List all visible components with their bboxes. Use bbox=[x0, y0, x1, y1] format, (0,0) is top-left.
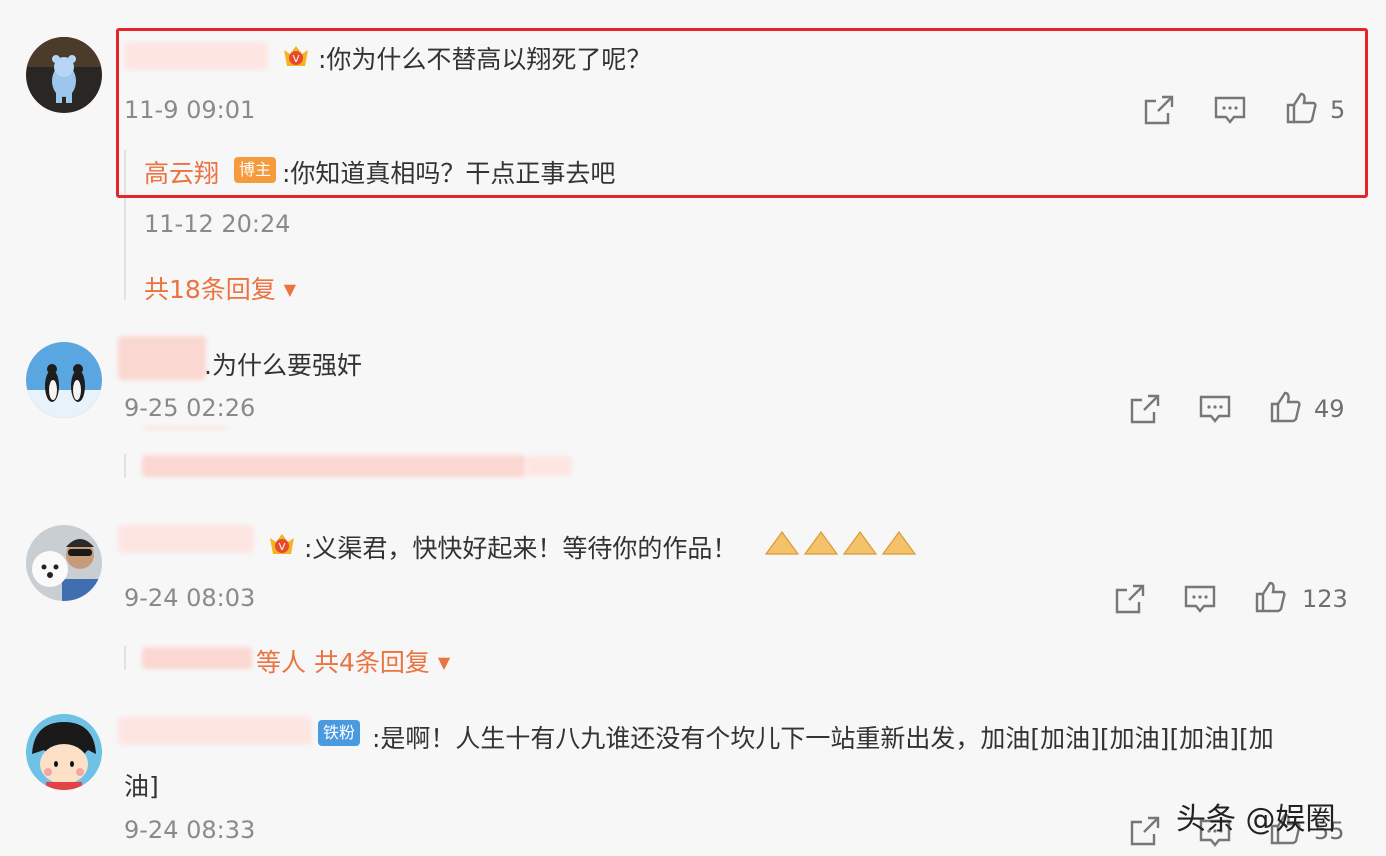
comment-text: .为什么要强奸 bbox=[204, 351, 362, 380]
reply-thread-line bbox=[124, 646, 126, 670]
like-count: 49 bbox=[1314, 395, 1345, 423]
reply-preview-redacted-tail bbox=[526, 456, 572, 476]
username-redacted[interactable] bbox=[118, 717, 312, 745]
clap-emoji-group bbox=[764, 526, 920, 560]
comment-text-line1: :是啊！人生十有八九谁还没有个坎儿下一站重新出发，加油[加油][加油][加油][… bbox=[372, 724, 1274, 753]
comment-icon[interactable] bbox=[1183, 582, 1217, 616]
like-icon[interactable] bbox=[1253, 580, 1287, 614]
more-replies-link[interactable]: 共18条回复 ▼ bbox=[144, 270, 296, 306]
reply-preview-redacted[interactable] bbox=[142, 455, 526, 477]
comment-icon[interactable] bbox=[1198, 392, 1232, 426]
reply-time: 11-12 20:24 bbox=[144, 210, 291, 238]
comment-time: 9-24 08:33 bbox=[124, 816, 256, 844]
highlight-box bbox=[116, 28, 1368, 198]
chevron-down-icon: ▼ bbox=[437, 653, 451, 672]
like-icon[interactable] bbox=[1268, 390, 1302, 424]
share-icon[interactable] bbox=[1113, 582, 1147, 616]
comment-time: 9-25 02:26 bbox=[124, 394, 256, 422]
username-redacted[interactable] bbox=[118, 525, 254, 553]
reply-thread-line bbox=[124, 454, 126, 478]
comment-text-line2: 油] bbox=[124, 772, 159, 801]
more-replies-link[interactable]: 等人 共4条回复 ▼ bbox=[256, 643, 450, 679]
avatar[interactable] bbox=[26, 714, 102, 790]
redacted-line bbox=[144, 426, 228, 430]
svg-text:V: V bbox=[279, 542, 286, 553]
share-icon[interactable] bbox=[1128, 814, 1162, 848]
more-replies-label: 共18条回复 bbox=[144, 275, 276, 304]
vip-crown-icon: V bbox=[266, 528, 298, 560]
avatar[interactable] bbox=[26, 525, 102, 601]
more-replies-label: 等人 共4条回复 bbox=[256, 648, 430, 677]
reply-user-redacted[interactable] bbox=[142, 647, 252, 669]
avatar[interactable] bbox=[26, 342, 102, 418]
share-icon[interactable] bbox=[1128, 392, 1162, 426]
watermark: 头条 @娱圈 bbox=[1176, 802, 1336, 837]
chevron-down-icon: ▼ bbox=[283, 280, 297, 299]
fan-badge: 铁粉 bbox=[318, 720, 361, 746]
comment-text: :义渠君，快快好起来！等待你的作品！ bbox=[304, 534, 738, 563]
like-count: 123 bbox=[1302, 585, 1348, 613]
avatar[interactable] bbox=[26, 37, 102, 113]
username-redacted[interactable] bbox=[118, 336, 206, 380]
comment-time: 9-24 08:03 bbox=[124, 584, 256, 612]
